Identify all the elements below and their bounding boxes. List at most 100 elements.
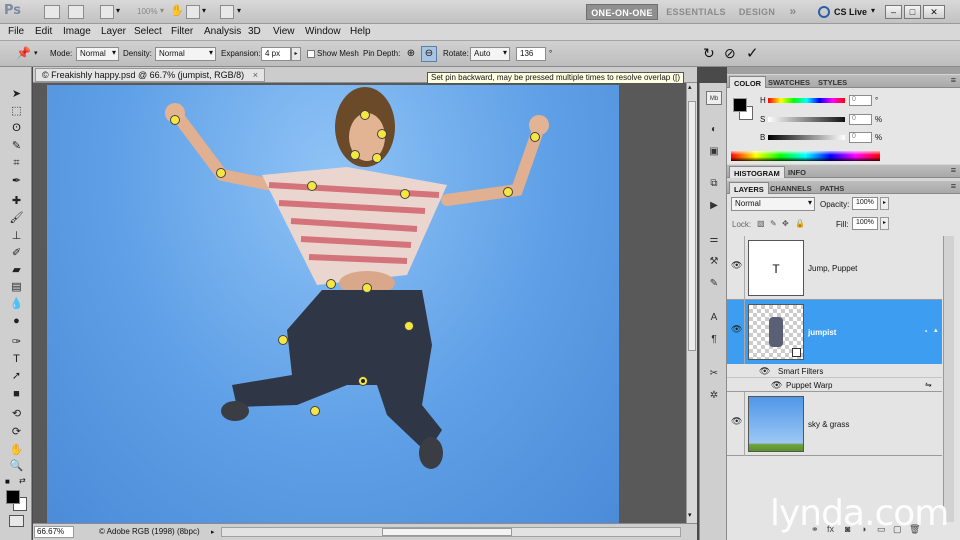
tool-presets-panel-icon[interactable]: ⚒: [706, 255, 722, 269]
pen-tool-icon[interactable]: ✑: [9, 335, 24, 349]
quick-selection-tool-icon[interactable]: ✎: [9, 139, 24, 153]
photo-canvas[interactable]: [47, 85, 619, 523]
saturation-input[interactable]: 0: [849, 114, 872, 125]
eraser-tool-icon[interactable]: ▰: [9, 263, 24, 277]
more-workspaces-button[interactable]: »: [784, 4, 802, 20]
warp-pin[interactable]: [372, 153, 382, 163]
panel-menu-icon[interactable]: ≡: [951, 165, 956, 175]
vertical-scroll-thumb[interactable]: [688, 101, 696, 351]
arrange-documents-icon[interactable]: [186, 5, 200, 19]
paragraph-panel-icon[interactable]: ¶: [706, 333, 722, 347]
hand-icon[interactable]: ✋: [170, 4, 184, 18]
screen-mode-icon[interactable]: [220, 5, 234, 19]
brush-tool-icon[interactable]: 🖌: [9, 211, 24, 225]
warp-pin[interactable]: [530, 132, 540, 142]
rotate-angle-input[interactable]: 136: [516, 47, 546, 61]
saturation-slider[interactable]: [768, 117, 845, 122]
menu-filter[interactable]: Filter: [171, 26, 193, 37]
commit-icon[interactable]: ✓: [746, 44, 759, 62]
layer-row[interactable]: 👁 sky & grass: [727, 392, 942, 456]
warp-pin[interactable]: [170, 115, 180, 125]
type-tool-icon[interactable]: T: [9, 352, 24, 366]
clone-stamp-tool-icon[interactable]: ⊥: [9, 229, 24, 243]
menu-edit[interactable]: Edit: [35, 26, 52, 37]
3d-rotate-tool-icon[interactable]: ⟲: [9, 407, 24, 421]
minimize-button[interactable]: –: [885, 5, 902, 19]
lock-transparency-icon[interactable]: ▧: [757, 219, 765, 228]
blur-tool-icon[interactable]: 💧: [9, 297, 24, 311]
pin-forward-button[interactable]: ⊕: [404, 47, 418, 61]
navigator-panel-icon[interactable]: ◐: [706, 123, 722, 137]
status-menu-arrow-icon[interactable]: ▸: [211, 528, 215, 536]
selected-warp-pin[interactable]: [358, 376, 368, 386]
shape-tool-icon[interactable]: ■: [9, 387, 24, 401]
zoom-level-select[interactable]: 100%: [137, 7, 157, 16]
density-select[interactable]: Normal: [155, 47, 216, 61]
camera-panel-icon[interactable]: ▣: [706, 145, 722, 159]
layer-row-selected[interactable]: 👁 jumpist ◔ ▴: [727, 300, 942, 364]
adjustments-panel-icon[interactable]: ⚌: [706, 233, 722, 247]
maximize-button[interactable]: □: [904, 5, 921, 19]
layers-scrollbar[interactable]: [943, 236, 954, 522]
marquee-tool-icon[interactable]: ⬚: [9, 104, 24, 118]
opacity-input[interactable]: 100%: [852, 197, 878, 210]
tab-layers[interactable]: LAYERS: [729, 182, 769, 194]
bridge-icon[interactable]: [44, 5, 60, 19]
panel-menu-icon[interactable]: ≡: [951, 75, 956, 85]
menu-layer[interactable]: Layer: [101, 26, 126, 37]
chevron-down-icon[interactable]: ▾: [237, 6, 241, 15]
eye-icon[interactable]: 👁: [731, 260, 743, 271]
warp-pin[interactable]: [326, 279, 336, 289]
clone-source-panel-icon[interactable]: ✂: [706, 367, 722, 381]
close-button[interactable]: ✕: [923, 5, 945, 19]
brush-panel-icon[interactable]: ✎: [706, 277, 722, 291]
brightness-input[interactable]: 0: [849, 132, 872, 143]
warp-pin[interactable]: [216, 168, 226, 178]
minibridge-icon[interactable]: [68, 5, 84, 19]
crop-tool-icon[interactable]: ⌗: [9, 156, 24, 170]
filter-blending-options-icon[interactable]: ⇋: [925, 380, 932, 389]
chevron-down-icon[interactable]: ▾: [34, 49, 38, 57]
warp-pin[interactable]: [362, 283, 372, 293]
cs-live-button[interactable]: CS Live: [834, 7, 867, 17]
zoom-tool-icon[interactable]: 🔍: [9, 459, 24, 473]
workspace-design[interactable]: DESIGN: [734, 4, 780, 20]
menu-window[interactable]: Window: [305, 26, 341, 37]
brightness-slider[interactable]: [768, 135, 845, 140]
warp-pin[interactable]: [377, 129, 387, 139]
panel-menu-icon[interactable]: ≡: [951, 181, 956, 191]
warp-pin[interactable]: [503, 187, 513, 197]
puppet-warp-tool-icon[interactable]: 📌: [16, 46, 31, 60]
swap-colors-icon[interactable]: ⇄: [19, 476, 26, 485]
move-tool-icon[interactable]: ➤: [9, 87, 24, 101]
warp-pin[interactable]: [404, 321, 414, 331]
foreground-color-swatch[interactable]: [733, 98, 747, 112]
cancel-icon[interactable]: ⊘: [724, 45, 736, 62]
eye-icon[interactable]: 👁: [771, 380, 783, 391]
eye-icon[interactable]: 👁: [731, 324, 743, 335]
panel-collapse-bar[interactable]: [727, 67, 960, 74]
chevron-up-icon[interactable]: ▴: [934, 326, 938, 334]
expansion-input[interactable]: 4 px: [261, 47, 291, 61]
tab-histogram[interactable]: HISTOGRAM: [729, 166, 785, 178]
scroll-up-icon[interactable]: ▴: [688, 83, 696, 93]
lock-all-icon[interactable]: 🔒: [795, 219, 805, 228]
opacity-stepper[interactable]: ▸: [880, 197, 889, 210]
menu-image[interactable]: Image: [63, 26, 91, 37]
hue-slider[interactable]: [768, 98, 845, 103]
3d-panel-icon[interactable]: ✲: [706, 389, 722, 403]
hue-input[interactable]: 0: [849, 95, 872, 106]
default-colors-icon[interactable]: ■: [5, 477, 10, 486]
warp-pin[interactable]: [278, 335, 288, 345]
menu-select[interactable]: Select: [134, 26, 162, 37]
lock-pixels-icon[interactable]: ✎: [770, 219, 777, 228]
tab-swatches[interactable]: SWATCHES: [764, 76, 814, 88]
history-panel-icon[interactable]: ⧉: [706, 177, 722, 191]
horizontal-scrollbar[interactable]: [221, 527, 681, 537]
tab-color[interactable]: COLOR: [729, 76, 767, 88]
mode-select[interactable]: Normal: [76, 47, 119, 61]
workspace-essentials[interactable]: ESSENTIALS: [664, 4, 728, 20]
zoom-level-field[interactable]: 66.67%: [34, 526, 74, 538]
fill-stepper[interactable]: ▸: [880, 217, 889, 230]
smart-filters-row[interactable]: 👁 Smart Filters: [727, 364, 942, 378]
